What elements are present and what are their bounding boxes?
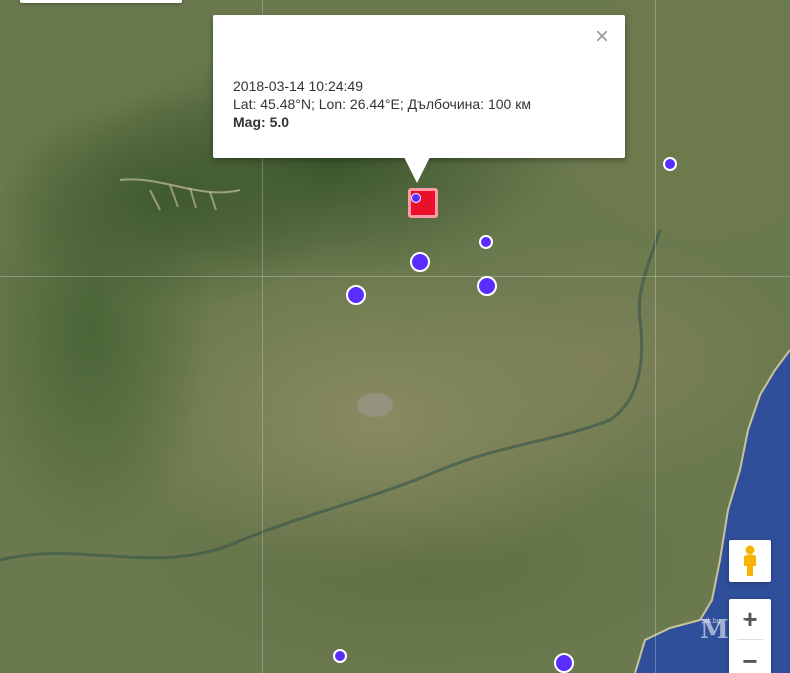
earthquake-marker[interactable] (410, 252, 430, 272)
info-window-pointer (404, 157, 430, 183)
magnitude-label: Mag: (233, 114, 266, 130)
street-view-pegman-button[interactable] (729, 540, 771, 582)
satellite-map[interactable]: × 2018-03-14 10:24:49 Lat: 45.48°N; Lon:… (0, 0, 790, 673)
selected-earthquake-marker[interactable] (408, 188, 438, 218)
earthquake-info-window: × 2018-03-14 10:24:49 Lat: 45.48°N; Lon:… (213, 15, 625, 158)
magnitude-value: 5.0 (269, 114, 290, 130)
quake-location: Lat: 45.48°N; Lon: 26.44°E; Дълбочина: 1… (233, 96, 531, 112)
earthquake-marker[interactable] (411, 193, 421, 203)
grid-line-vertical (655, 0, 656, 673)
earthquake-marker[interactable] (477, 276, 497, 296)
quake-datetime: 2018-03-14 10:24:49 (233, 78, 363, 94)
map-type-control[interactable] (20, 0, 182, 3)
earthquake-marker[interactable] (333, 649, 347, 663)
close-icon[interactable]: × (595, 25, 609, 49)
grid-line-horizontal (0, 276, 790, 277)
earthquake-marker[interactable] (479, 235, 493, 249)
earthquake-marker[interactable] (346, 285, 366, 305)
zoom-out-button[interactable]: − (729, 643, 771, 673)
info-content: 2018-03-14 10:24:49 Lat: 45.48°N; Lon: 2… (233, 77, 531, 131)
pegman-icon (744, 545, 756, 576)
quake-magnitude: Mag: 5.0 (233, 113, 531, 131)
earthquake-marker[interactable] (554, 653, 574, 673)
site-watermark-url: pik.bg (702, 618, 721, 625)
earthquake-marker[interactable] (663, 157, 677, 171)
